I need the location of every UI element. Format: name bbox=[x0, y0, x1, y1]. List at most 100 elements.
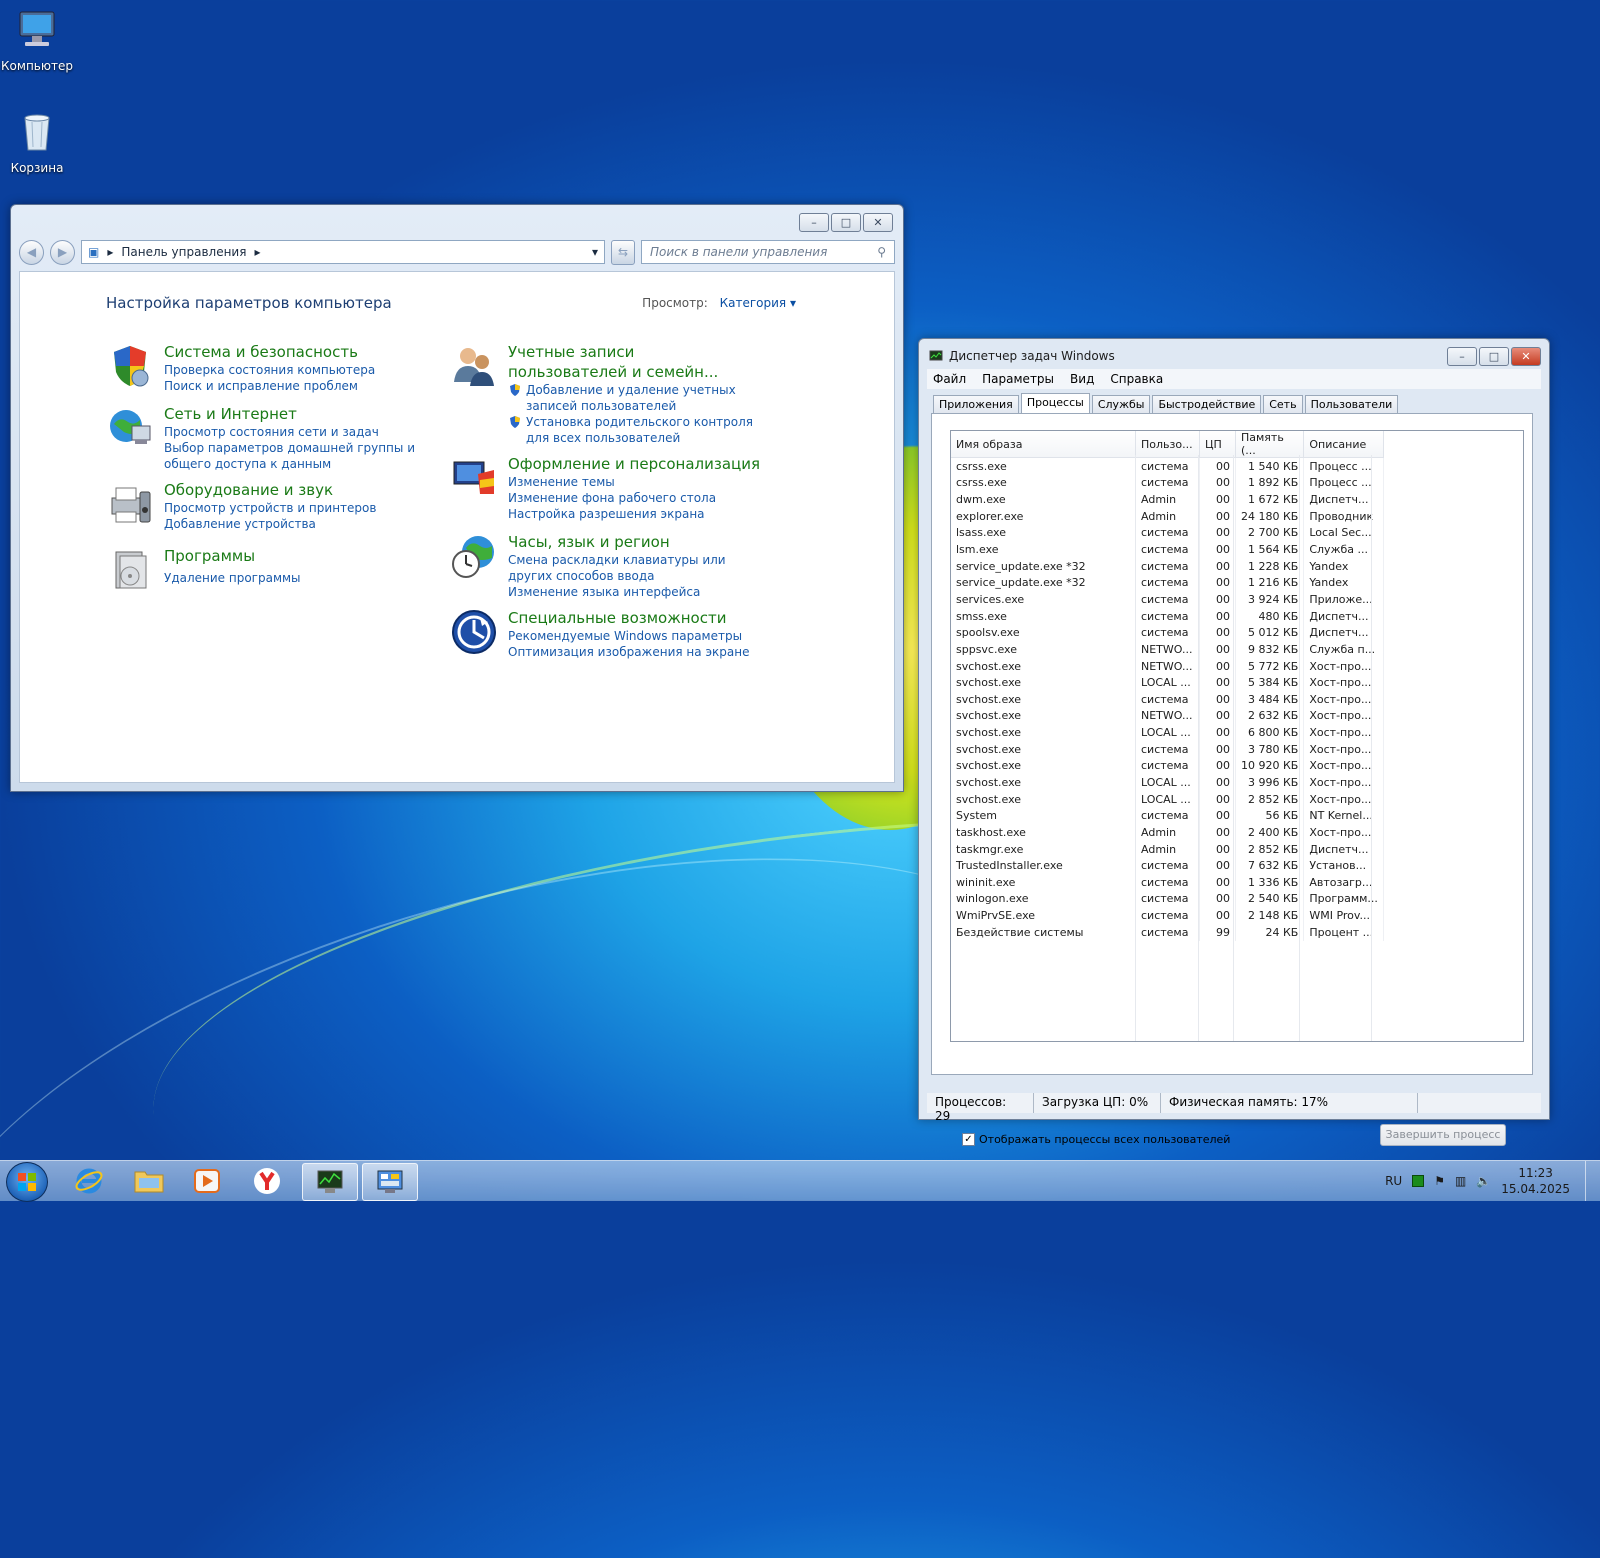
table-row[interactable]: taskmgr.exe Admin 00 2 852 КБ Диспетч... bbox=[951, 840, 1384, 858]
table-row[interactable]: svchost.exe LOCAL ... 00 5 384 КБ Хост-про..… bbox=[951, 674, 1384, 691]
process-list[interactable]: Имя образа Пользо... ЦП Память (... Опис… bbox=[950, 430, 1524, 1042]
view-dropdown[interactable]: Категория ▾ bbox=[720, 296, 796, 310]
table-row[interactable]: services.exe система 00 3 924 КБ Приложе... bbox=[951, 591, 1384, 608]
category-title[interactable]: Программы bbox=[164, 546, 301, 566]
category-link[interactable]: Изменение темы bbox=[508, 474, 760, 490]
tab-applications[interactable]: Приложения bbox=[933, 395, 1019, 413]
close-button[interactable]: ✕ bbox=[1511, 347, 1541, 366]
tab-processes[interactable]: Процессы bbox=[1020, 393, 1090, 413]
taskbar-task-manager[interactable] bbox=[302, 1163, 358, 1201]
category-title[interactable]: Учетные записи пользователей и семейн... bbox=[508, 342, 758, 382]
category-link[interactable]: Проверка состояния компьютера bbox=[164, 362, 375, 378]
minimize-button[interactable]: – bbox=[799, 213, 829, 232]
table-row[interactable]: spoolsv.exe система 00 5 012 КБ Диспетч... bbox=[951, 624, 1384, 642]
desktop-recycle-bin[interactable]: Корзина bbox=[0, 110, 77, 175]
category-link[interactable]: Изменение фона рабочего стола bbox=[508, 490, 760, 506]
table-row[interactable]: svchost.exe LOCAL ... 00 3 996 КБ Хост-про..… bbox=[951, 774, 1384, 791]
language-indicator[interactable]: RU bbox=[1385, 1174, 1402, 1188]
table-row[interactable]: smss.exe система 00 480 КБ Диспетч... bbox=[951, 607, 1384, 625]
category-link[interactable]: Поиск и исправление проблем bbox=[164, 378, 375, 394]
category-title[interactable]: Часы, язык и регион bbox=[508, 532, 758, 552]
start-button[interactable] bbox=[6, 1162, 48, 1202]
category-link[interactable]: Добавление устройства bbox=[164, 516, 376, 532]
show-all-processes-checkbox[interactable]: ✓ Отображать процессы всех пользователей bbox=[962, 1133, 1230, 1146]
table-row[interactable]: sppsvc.exe NETWO... 00 9 832 КБ Служба п... bbox=[951, 641, 1384, 658]
table-row[interactable]: svchost.exe система 00 3 484 КБ Хост-про... bbox=[951, 690, 1384, 708]
volume-icon[interactable]: 🔈 bbox=[1476, 1174, 1491, 1188]
menu-help[interactable]: Справка bbox=[1110, 372, 1163, 386]
search-input[interactable]: Поиск в панели управления ⚲ bbox=[641, 240, 895, 264]
category-link[interactable]: Настройка разрешения экрана bbox=[508, 506, 760, 522]
menu-view[interactable]: Вид bbox=[1070, 372, 1094, 386]
table-row[interactable]: dwm.exe Admin 00 1 672 КБ Диспетч... bbox=[951, 491, 1384, 508]
category-title[interactable]: Оформление и персонализация bbox=[508, 454, 760, 474]
category-link[interactable]: Просмотр состояния сети и задач bbox=[164, 424, 434, 440]
table-row[interactable]: csrss.exe система 00 1 892 КБ Процесс ... bbox=[951, 474, 1384, 492]
taskbar-media-player[interactable] bbox=[180, 1163, 234, 1199]
address-bar[interactable]: ▣ ▸ Панель управления ▸ ▾ bbox=[81, 240, 605, 264]
back-button[interactable]: ◀ bbox=[19, 239, 44, 265]
column-description[interactable]: Описание bbox=[1303, 431, 1384, 458]
table-row[interactable]: service_update.exe *32 система 00 1 216 КБ Y… bbox=[951, 574, 1384, 592]
table-row[interactable]: TrustedInstaller.exe система 00 7 632 КБ Уст… bbox=[951, 857, 1384, 875]
table-row[interactable]: svchost.exe система 00 10 920 КБ Хост-про... bbox=[951, 757, 1384, 775]
end-process-button[interactable]: Завершить процесс bbox=[1380, 1124, 1506, 1146]
table-row[interactable]: winlogon.exe система 00 2 540 КБ Программ... bbox=[951, 890, 1384, 908]
table-row[interactable]: explorer.exe Admin 00 24 180 КБ Проводник bbox=[951, 507, 1384, 525]
table-row[interactable]: Бездействие системы система 99 24 КБ Процент… bbox=[951, 923, 1384, 941]
category-title[interactable]: Система и безопасность bbox=[164, 342, 375, 362]
table-row[interactable]: svchost.exe NETWO... 00 5 772 КБ Хост-про... bbox=[951, 657, 1384, 675]
category-link[interactable]: Добавление и удаление учетных записей по… bbox=[526, 382, 758, 414]
category-title[interactable]: Оборудование и звук bbox=[164, 480, 376, 500]
category-link[interactable]: Установка родительского контроля для все… bbox=[526, 414, 758, 446]
tray-status-icon[interactable] bbox=[1412, 1175, 1425, 1187]
table-row[interactable]: svchost.exe система 00 3 780 КБ Хост-про... bbox=[951, 740, 1384, 758]
table-row[interactable]: wininit.exe система 00 1 336 КБ Автозагр... bbox=[951, 874, 1384, 891]
table-row[interactable]: svchost.exe NETWO... 00 2 632 КБ Хост-про... bbox=[951, 707, 1384, 725]
menu-file[interactable]: Файл bbox=[933, 372, 966, 386]
breadcrumb[interactable]: Панель управления bbox=[121, 245, 246, 259]
column-cpu[interactable]: ЦП bbox=[1199, 431, 1236, 458]
menu-options[interactable]: Параметры bbox=[982, 372, 1054, 386]
taskbar-control-panel[interactable] bbox=[362, 1163, 418, 1201]
refresh-button[interactable]: ⇆ bbox=[611, 239, 635, 265]
table-row[interactable]: csrss.exe система 00 1 540 КБ Процесс ... bbox=[951, 457, 1384, 475]
tab-performance[interactable]: Быстродействие bbox=[1152, 395, 1262, 413]
category-link[interactable]: Изменение языка интерфейса bbox=[508, 584, 758, 600]
chevron-down-icon[interactable]: ▾ bbox=[592, 245, 598, 259]
tab-services[interactable]: Службы bbox=[1091, 395, 1151, 413]
maximize-button[interactable]: □ bbox=[1479, 347, 1509, 366]
taskbar-internet-explorer[interactable] bbox=[62, 1163, 116, 1199]
network-tray-icon[interactable]: ▥ bbox=[1455, 1174, 1466, 1188]
tab-users[interactable]: Пользователи bbox=[1304, 395, 1399, 413]
forward-button[interactable]: ▶ bbox=[50, 239, 75, 265]
column-memory[interactable]: Память (... bbox=[1235, 431, 1305, 458]
category-link[interactable]: Рекомендуемые Windows параметры bbox=[508, 628, 749, 644]
table-row[interactable]: service_update.exe *32 система 00 1 228 КБ Y… bbox=[951, 557, 1384, 575]
category-link[interactable]: Удаление программы bbox=[164, 570, 301, 586]
checkbox-box[interactable]: ✓ bbox=[962, 1133, 975, 1146]
table-row[interactable]: lsass.exe система 00 2 700 КБ Local Sec... bbox=[951, 524, 1384, 542]
taskbar-explorer[interactable] bbox=[122, 1163, 176, 1199]
column-user[interactable]: Пользо... bbox=[1135, 431, 1200, 458]
tab-network[interactable]: Сеть bbox=[1263, 395, 1303, 413]
action-center-flag-icon[interactable]: ⚑ bbox=[1434, 1174, 1445, 1188]
breadcrumb-arrow-icon[interactable]: ▸ bbox=[254, 245, 260, 259]
category-link[interactable]: Просмотр устройств и принтеров bbox=[164, 500, 376, 516]
minimize-button[interactable]: – bbox=[1447, 347, 1477, 366]
table-row[interactable]: svchost.exe LOCAL ... 00 6 800 КБ Хост-про..… bbox=[951, 724, 1384, 741]
table-row[interactable]: svchost.exe LOCAL ... 00 2 852 КБ Хост-про..… bbox=[951, 790, 1384, 808]
maximize-button[interactable]: □ bbox=[831, 213, 861, 232]
close-button[interactable]: ✕ bbox=[863, 213, 893, 232]
desktop-computer[interactable]: Компьютер bbox=[0, 8, 77, 73]
table-row[interactable]: taskhost.exe Admin 00 2 400 КБ Хост-про... bbox=[951, 824, 1384, 841]
category-title[interactable]: Специальные возможности bbox=[508, 608, 749, 628]
taskbar-yandex-browser[interactable] bbox=[240, 1163, 294, 1199]
category-title[interactable]: Сеть и Интернет bbox=[164, 404, 434, 424]
table-row[interactable]: lsm.exe система 00 1 564 КБ Служба ... bbox=[951, 541, 1384, 558]
category-link[interactable]: Выбор параметров домашней группы и общег… bbox=[164, 440, 434, 472]
column-image-name[interactable]: Имя образа bbox=[951, 431, 1136, 458]
table-row[interactable]: WmiPrvSE.exe система 00 2 148 КБ WMI Prov... bbox=[951, 907, 1384, 924]
table-row[interactable]: System система 00 56 КБ NT Kernel... bbox=[951, 807, 1384, 825]
category-link[interactable]: Оптимизация изображения на экране bbox=[508, 644, 749, 660]
